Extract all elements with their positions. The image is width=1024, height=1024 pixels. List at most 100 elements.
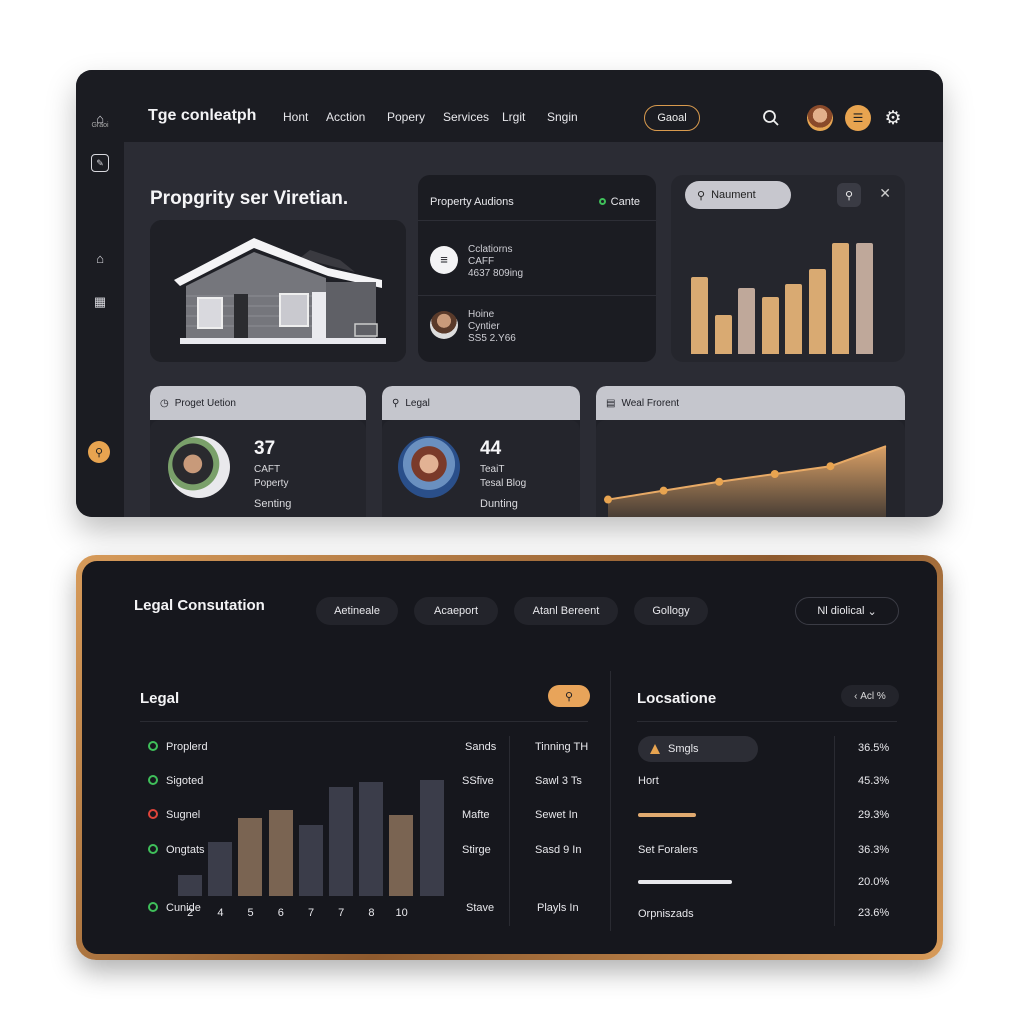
- legal-row[interactable]: Ongtats: [148, 844, 205, 856]
- list-item-line: CAFF: [468, 256, 495, 267]
- chart-bar: [738, 287, 755, 354]
- legal-cell: Stirge: [462, 844, 491, 856]
- chart-bar: [389, 814, 414, 896]
- card-line: TeaiT: [480, 464, 505, 475]
- status-dot: [148, 741, 158, 751]
- card-line: Tesal Blog: [480, 478, 527, 489]
- x-tick-label: 6: [277, 907, 284, 919]
- chart-bar: [178, 875, 202, 896]
- legal-row[interactable]: Cunide: [148, 902, 201, 914]
- property-auctions-card: Property Audions Cante ≡ Cclatiorns CAFF…: [418, 175, 656, 362]
- location-row-selected[interactable]: Smgls: [638, 736, 758, 762]
- folder-icon[interactable]: ▦: [88, 290, 112, 314]
- consultation-panel: Legal Consutation Aetineale Acaeport Ata…: [82, 561, 937, 954]
- search-placeholder: Naument: [711, 189, 756, 201]
- legal-card[interactable]: ⚲ Legal 44 TeaiT Tesal Blog Dunting: [382, 386, 580, 517]
- close-icon[interactable]: ✕: [879, 185, 891, 202]
- bar-chart: [691, 237, 887, 354]
- location-label[interactable]: Hort: [638, 775, 659, 787]
- search-icon: ⚲: [697, 189, 706, 202]
- locations-filter-pill[interactable]: ‹ Acl %: [841, 685, 899, 707]
- card-number: 44: [480, 438, 502, 459]
- legal-cell: Stave: [466, 902, 495, 914]
- divider: [637, 721, 897, 722]
- list-item[interactable]: Hoine Cyntier SS5 2.Y66: [430, 309, 630, 345]
- search-icon: ⚲: [392, 397, 400, 409]
- card-header: ◷ Proget Uetion: [150, 386, 366, 420]
- select-value: Nl diolical: [817, 605, 865, 617]
- search-button[interactable]: ⚲: [837, 183, 861, 207]
- chart-bar: [855, 243, 873, 354]
- location-percent: 20.0%: [858, 876, 890, 888]
- avatar: [430, 311, 458, 339]
- location-percent: 45.3%: [858, 775, 890, 787]
- building-icon[interactable]: ⌂: [88, 246, 112, 270]
- location-label[interactable]: Set Foralers: [638, 844, 698, 856]
- bar-chart-card: ⚲ Naument ⚲ ✕: [671, 175, 905, 362]
- status-dot: [148, 809, 158, 819]
- divider: [509, 736, 510, 926]
- legal-search-button[interactable]: ⚲: [548, 685, 590, 707]
- search-field[interactable]: ⚲ Naument: [685, 181, 791, 209]
- status-dot: [148, 844, 158, 854]
- nav-services[interactable]: Services: [443, 110, 489, 124]
- x-tick-label: 5: [247, 907, 254, 919]
- location-label[interactable]: Orpniszads: [638, 908, 694, 920]
- chevron-down-icon: ⌄: [867, 605, 877, 618]
- nav-signin[interactable]: Sngin: [547, 110, 578, 124]
- card-number: 37: [254, 438, 276, 459]
- legal-cell: Mafte: [462, 809, 490, 821]
- x-tick-label: 8: [368, 907, 375, 919]
- divider: [418, 220, 656, 221]
- divider: [610, 671, 611, 931]
- chart-bar: [329, 787, 353, 896]
- data-point: [659, 486, 668, 495]
- status-dot: [148, 775, 158, 785]
- legal-row-label: Cunide: [166, 902, 201, 914]
- progress-bar: [638, 813, 696, 817]
- list-item-line: SS5 2.Y66: [468, 333, 516, 344]
- card-body: [596, 420, 905, 517]
- legal-cell: Tinning TH: [535, 741, 589, 753]
- card-header-label: Legal: [405, 397, 430, 409]
- filter-chip[interactable]: Atanl Bereent: [514, 597, 618, 625]
- chart-bar: [268, 810, 293, 896]
- locations-section-title: Locsatione: [637, 690, 717, 707]
- legal-cell: Sasd 9 In: [535, 844, 582, 856]
- user-avatar[interactable]: [807, 105, 833, 131]
- goal-button[interactable]: Gaoal: [644, 105, 700, 131]
- card-line: CAFT: [254, 464, 281, 475]
- legal-row-label: Ongtats: [166, 844, 205, 856]
- warning-icon: [650, 744, 660, 754]
- nav-home[interactable]: Hont: [283, 110, 308, 124]
- legal-row[interactable]: Proplerd: [148, 741, 208, 753]
- data-point: [715, 477, 724, 486]
- search-icon[interactable]: [758, 105, 784, 131]
- nav-property[interactable]: Popery: [387, 110, 425, 124]
- menu-icon[interactable]: ☰: [845, 105, 871, 131]
- legal-row[interactable]: Sugnel: [148, 809, 200, 821]
- card-header-label: Proget Uetion: [174, 397, 236, 409]
- gear-icon[interactable]: ⚙: [880, 105, 906, 131]
- document-icon[interactable]: ✎: [91, 154, 109, 172]
- card-sub-lines: TeaiT Tesal Blog: [480, 463, 526, 491]
- card-body: 44 TeaiT Tesal Blog Dunting: [382, 420, 580, 517]
- filter-chip[interactable]: Gollogy: [634, 597, 708, 625]
- list-item-line: Hoine: [468, 309, 495, 320]
- sidebar-search-icon[interactable]: ⚲: [88, 441, 110, 463]
- chart-bar: [298, 825, 323, 896]
- weal-frorent-card[interactable]: ▤ Weal Frorent: [596, 386, 905, 517]
- nav-legal[interactable]: Lrgit: [502, 110, 525, 124]
- chart-bar: [208, 841, 233, 896]
- project-card[interactable]: ◷ Proget Uetion 37 CAFT Poperty Senting: [150, 386, 366, 517]
- legal-bar-chart: 2 4 5 6 7 7 8 10: [82, 561, 502, 954]
- nav-auction[interactable]: Acction: [326, 110, 365, 124]
- list-item[interactable]: ≡ Cclatiorns CAFF 4637 809ing: [430, 244, 630, 280]
- chart-bar: [714, 315, 732, 354]
- legal-row[interactable]: Sigoted: [148, 775, 203, 787]
- card-header-label: Weal Frorent: [621, 397, 680, 409]
- location-percent: 36.3%: [858, 844, 890, 856]
- location-percent: 23.6%: [858, 907, 890, 919]
- category-select[interactable]: Nl diolical ⌄: [795, 597, 899, 625]
- status-dot: [598, 198, 606, 205]
